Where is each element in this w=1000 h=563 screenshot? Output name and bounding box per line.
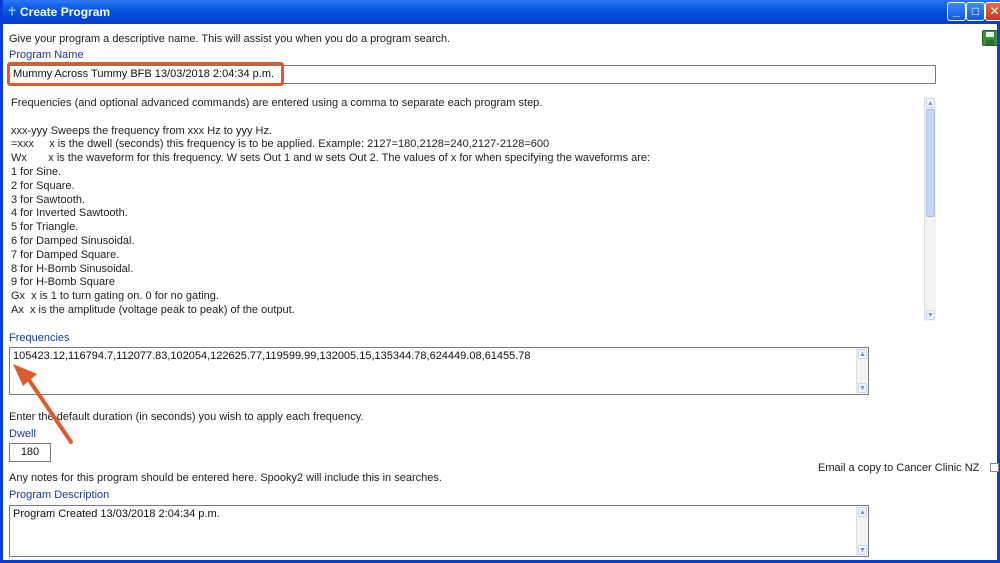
scroll-thumb[interactable]: [926, 109, 935, 217]
program-name-highlight: [7, 62, 284, 86]
help-line: Wx x is the waveform for this frequency.…: [11, 152, 651, 165]
frequencies-input[interactable]: 105423.12,116794.7,112077.83,102054,1226…: [9, 347, 869, 395]
description-scrollbar[interactable]: ▲ ▼: [856, 506, 868, 556]
help-line: 9 for H-Bomb Square: [11, 276, 115, 289]
help-line: Ax x is the amplitude (voltage peak to p…: [11, 303, 295, 316]
program-description-value: Program Created 13/03/2018 2:04:34 p.m.: [13, 508, 220, 520]
scroll-up-icon[interactable]: ▲: [926, 98, 935, 108]
email-copy-checkbox[interactable]: [990, 463, 999, 472]
email-copy-label: Email a copy to Cancer Clinic NZ: [818, 462, 980, 474]
title-bar[interactable]: ☥ Create Program _ □ ✕: [3, 0, 1000, 24]
scroll-down-icon[interactable]: ▼: [858, 545, 867, 555]
frequencies-value: 105423.12,116794.7,112077.83,102054,1226…: [13, 350, 531, 362]
help-scrollbar[interactable]: ▲ ▼: [923, 97, 936, 321]
minimize-button[interactable]: _: [947, 2, 966, 21]
help-line: 6 for Damped Sinusoidal.: [11, 234, 135, 247]
close-button[interactable]: ✕: [985, 2, 1000, 21]
help-line: Gx x is 1 to turn gating on. 0 for no ga…: [11, 290, 219, 303]
scroll-up-icon[interactable]: ▲: [858, 507, 867, 517]
scroll-down-icon[interactable]: ▼: [858, 383, 867, 393]
scroll-down-icon[interactable]: ▼: [926, 310, 935, 320]
help-line: 1 for Sine.: [11, 165, 62, 178]
maximize-button[interactable]: □: [966, 2, 985, 21]
program-description-label: Program Description: [9, 489, 110, 501]
help-line: 5 for Triangle.: [11, 221, 79, 234]
help-line: Frequencies (and optional advanced comma…: [11, 97, 543, 109]
annotation-arrow-icon: [13, 364, 73, 444]
create-program-window: ☥ Create Program _ □ ✕ Give your program…: [0, 0, 1000, 563]
notes-instruction: Any notes for this program should be ent…: [9, 472, 442, 484]
help-line: =xxx x is the dwell (seconds) this frequ…: [11, 138, 550, 151]
window-title: Create Program: [20, 5, 111, 19]
save-icon[interactable]: [982, 30, 998, 46]
help-line: 4 for Inverted Sawtooth.: [11, 207, 128, 220]
scroll-up-icon[interactable]: ▲: [858, 349, 867, 359]
help-text-content: Frequencies (and optional advanced comma…: [11, 97, 937, 318]
help-text-area[interactable]: Frequencies (and optional advanced comma…: [11, 97, 937, 321]
intro-text: Give your program a descriptive name. Th…: [9, 33, 451, 45]
help-line: 2 for Square.: [11, 179, 75, 192]
program-description-input[interactable]: Program Created 13/03/2018 2:04:34 p.m. …: [9, 505, 869, 557]
frequencies-label: Frequencies: [9, 332, 70, 344]
frequencies-scrollbar[interactable]: ▲ ▼: [856, 348, 868, 394]
help-line: 8 for H-Bomb Sinusoidal.: [11, 262, 134, 275]
help-line: xxx-yyy Sweeps the frequency from xxx Hz…: [11, 124, 273, 137]
program-name-label: Program Name: [9, 49, 84, 61]
help-line: 3 for Sawtooth.: [11, 193, 85, 206]
app-icon: ☥: [8, 6, 17, 18]
help-line: 7 for Damped Square.: [11, 248, 120, 261]
help-gap: [11, 111, 937, 125]
